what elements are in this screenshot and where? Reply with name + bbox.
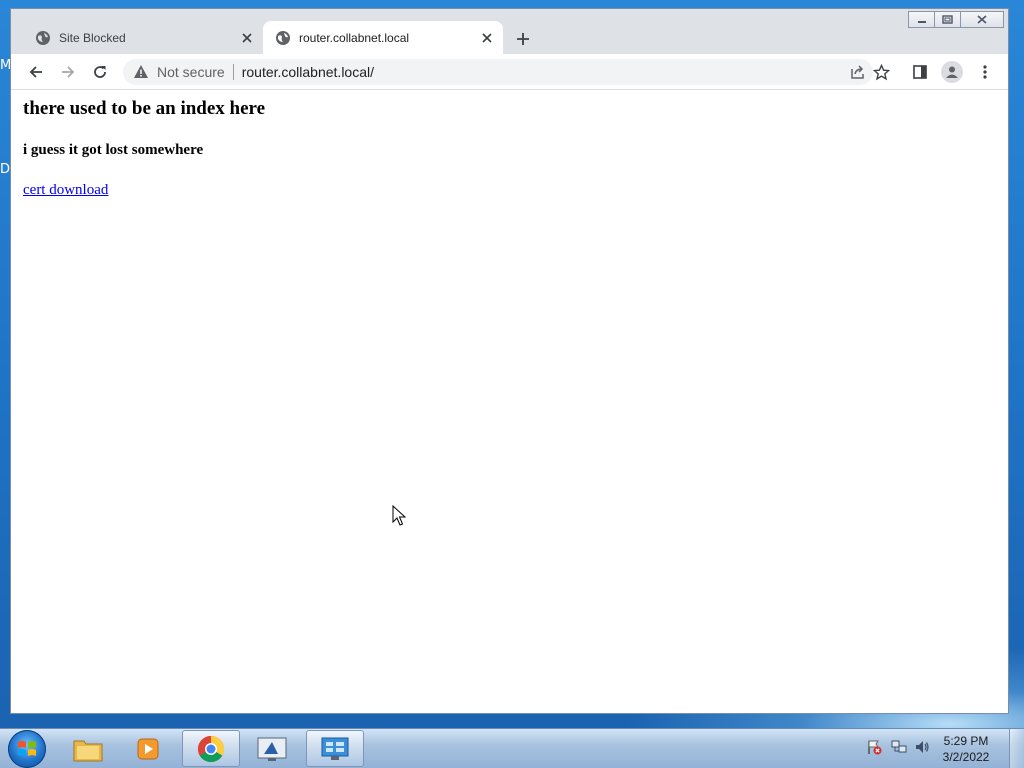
volume-icon[interactable] (914, 739, 930, 755)
system-clock[interactable]: 5:29 PM 3/2/2022 (936, 733, 996, 765)
page-content: there used to be an index here i guess i… (11, 90, 1008, 713)
page-subheading: i guess it got lost somewhere (23, 142, 204, 158)
start-button[interactable] (8, 730, 46, 768)
browser-window: Site Blocked router.collabnet.local Not … (10, 8, 1009, 714)
network-icon[interactable] (891, 739, 907, 755)
desktop-icon-label-fragment[interactable]: D (0, 162, 10, 177)
back-button[interactable] (23, 59, 49, 85)
chrome-icon (197, 735, 225, 762)
browser-toolbar: Not secure router.collabnet.local/ (11, 54, 1008, 90)
reload-icon (94, 66, 106, 78)
clock-time: 5:29 PM (943, 734, 989, 748)
restore-button[interactable] (934, 11, 961, 28)
tab-strip: Site Blocked router.collabnet.local (11, 9, 1008, 54)
side-panel-icon (913, 65, 927, 79)
action-center-flag-icon[interactable] (866, 739, 882, 755)
tab-label: Site Blocked (59, 30, 126, 45)
person-icon (946, 66, 958, 78)
monitor-app-icon (257, 737, 287, 761)
reload-button[interactable] (87, 59, 113, 85)
windows-logo-icon (18, 741, 36, 756)
taskbar-app[interactable] (244, 730, 300, 767)
tab-router-collabnet-local[interactable]: router.collabnet.local (263, 21, 503, 54)
window-caption-buttons (908, 11, 1004, 29)
taskbar-control-panel[interactable] (306, 730, 364, 767)
omnibox-divider (232, 64, 234, 80)
url-text[interactable]: router.collabnet.local/ (242, 64, 374, 80)
security-status[interactable]: Not secure (157, 64, 225, 80)
cert-download-link[interactable]: cert download (23, 182, 108, 199)
close-icon (977, 15, 987, 24)
globe-icon (276, 30, 290, 45)
media-player-icon (137, 738, 159, 759)
forward-button[interactable] (55, 59, 81, 85)
tab-site-blocked[interactable]: Site Blocked (23, 21, 263, 54)
page-heading: there used to be an index here (23, 98, 266, 119)
close-tab-icon[interactable] (477, 28, 497, 48)
star-icon (872, 63, 890, 80)
plus-icon (517, 33, 529, 45)
restore-icon (942, 15, 953, 24)
side-panel-button[interactable] (907, 59, 933, 85)
show-desktop-button[interactable] (1009, 729, 1024, 768)
minimize-button[interactable] (908, 11, 935, 28)
taskbar-explorer[interactable] (60, 730, 116, 767)
clock-date: 3/2/2022 (942, 750, 990, 764)
mouse-pointer-icon (392, 505, 406, 526)
new-tab-button[interactable] (511, 27, 535, 51)
globe-icon (36, 30, 50, 45)
arrow-left-icon (29, 66, 42, 78)
tab-label: router.collabnet.local (299, 30, 410, 45)
more-vert-icon (983, 65, 987, 79)
close-tab-icon[interactable] (237, 28, 257, 48)
warning-icon[interactable] (133, 64, 149, 80)
share-icon[interactable] (849, 63, 867, 81)
address-bar[interactable]: Not secure router.collabnet.local/ (123, 59, 873, 85)
taskbar-media-player[interactable] (120, 730, 176, 767)
minimize-icon (917, 20, 926, 23)
taskbar: 5:29 PM 3/2/2022 (0, 728, 1024, 768)
bookmark-button[interactable] (868, 59, 894, 85)
control-panel-icon (321, 737, 349, 760)
profile-button[interactable] (941, 61, 963, 83)
taskbar-chrome[interactable] (182, 730, 240, 767)
folder-icon (73, 740, 103, 761)
close-window-button[interactable] (960, 11, 1004, 28)
arrow-right-icon (62, 66, 75, 78)
menu-button[interactable] (972, 59, 998, 85)
